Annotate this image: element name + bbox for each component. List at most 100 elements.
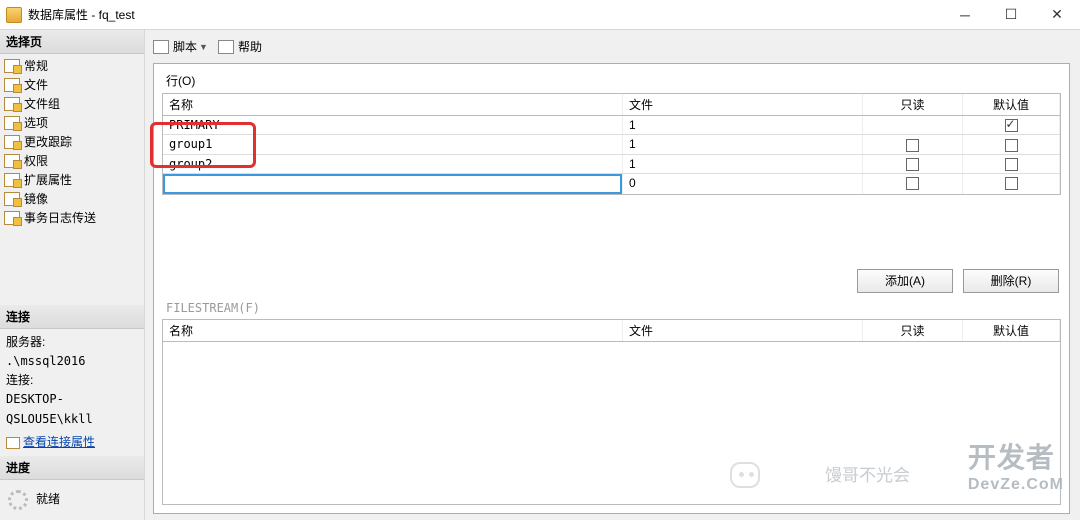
filestream-section-label: FILESTREAM(F) [166,301,1061,315]
cell-name: PRIMARY [163,116,623,134]
sidebar-item-permissions[interactable]: 权限 [0,151,144,170]
page-icon [4,154,20,168]
col-default[interactable]: 默认值 [963,320,1060,341]
filestream-grid: 名称 文件 只读 默认值 [162,319,1061,505]
toolbar: 脚本 ▼ 帮助 [153,36,1070,63]
connection-info: 服务器: .\mssql2016 连接: DESKTOP-QSLOU5E\kkl… [0,329,144,456]
sidebar-item-changetracking[interactable]: 更改跟踪 [0,132,144,151]
cell-readonly[interactable] [863,155,963,173]
page-icon [4,97,20,111]
watermark-ghost-text: 馒哥不光会 [825,461,910,486]
cell-files: 1 [623,135,863,153]
sidebar-item-label: 事务日志传送 [24,209,96,226]
col-file[interactable]: 文件 [623,320,863,341]
cell-readonly[interactable] [863,135,963,153]
content-area: 行(O) 名称 文件 只读 默认值 PRIMARY 1 [153,63,1070,514]
sidebar-item-files[interactable]: 文件 [0,75,144,94]
maximize-button[interactable]: ☐ [988,0,1034,30]
view-connection-properties-link[interactable]: 查看连接属性 [23,435,95,449]
col-name[interactable]: 名称 [163,94,623,115]
cell-name-edit[interactable] [163,174,623,194]
checkbox-icon[interactable] [906,139,919,152]
page-list: 常规 文件 文件组 选项 更改跟踪 权限 扩展属性 镜像 事务日志传送 [0,54,144,229]
checkbox-icon[interactable] [906,177,919,190]
cell-files: 1 [623,155,863,173]
cell-name: group2 [163,155,623,173]
grid-header: 名称 文件 只读 默认值 [163,94,1060,116]
sidebar-item-label: 扩展属性 [24,171,72,188]
sidebar-item-extended[interactable]: 扩展属性 [0,170,144,189]
script-icon [153,40,169,54]
sidebar-item-label: 选项 [24,114,48,131]
sidebar-item-options[interactable]: 选项 [0,113,144,132]
server-value: .\mssql2016 [6,352,138,371]
cell-default[interactable] [963,135,1060,153]
select-page-header: 选择页 [0,30,144,54]
empty-area [163,342,1060,526]
sidebar-item-label: 更改跟踪 [24,133,72,150]
titlebar: 数据库属性 - fq_test ─ ☐ ✕ [0,0,1080,30]
col-default[interactable]: 默认值 [963,94,1060,115]
sidebar-item-label: 权限 [24,152,48,169]
window-title: 数据库属性 - fq_test [28,6,942,23]
grid-header: 名称 文件 只读 默认值 [163,320,1060,342]
sidebar-item-general[interactable]: 常规 [0,56,144,75]
filegroups-grid: 名称 文件 只读 默认值 PRIMARY 1 group1 1 [162,93,1061,195]
sidebar-item-label: 文件 [24,76,48,93]
cell-files: 1 [623,116,863,134]
page-icon [4,59,20,73]
wechat-icon [730,462,760,488]
rows-section-label: 行(O) [166,72,1061,89]
page-icon [4,192,20,206]
cell-readonly[interactable] [863,174,963,194]
close-button[interactable]: ✕ [1034,0,1080,30]
col-readonly[interactable]: 只读 [863,94,963,115]
remove-button[interactable]: 删除(R) [963,269,1059,293]
sidebar-item-label: 镜像 [24,190,48,207]
minimize-button[interactable]: ─ [942,0,988,30]
database-icon [6,7,22,23]
help-button[interactable]: 帮助 [238,38,262,55]
checkbox-icon[interactable] [1005,177,1018,190]
checkbox-icon[interactable] [1005,119,1018,132]
conn-value: DESKTOP-QSLOU5E\kkll [6,390,138,428]
script-dropdown-icon[interactable]: ▼ [199,42,208,52]
progress-spinner-icon [8,490,28,510]
sidebar: 选择页 常规 文件 文件组 选项 更改跟踪 权限 扩展属性 镜像 事务日志传送 … [0,30,145,520]
col-file[interactable]: 文件 [623,94,863,115]
cell-default[interactable] [963,116,1060,134]
conn-label: 连接: [6,371,138,390]
table-row-new[interactable]: 0 [163,174,1060,194]
page-icon [4,78,20,92]
page-icon [4,116,20,130]
table-row[interactable]: PRIMARY 1 [163,116,1060,135]
script-button[interactable]: 脚本 [173,38,197,55]
page-icon [4,135,20,149]
col-readonly[interactable]: 只读 [863,320,963,341]
add-button[interactable]: 添加(A) [857,269,953,293]
checkbox-icon[interactable] [1005,158,1018,171]
main-panel: 脚本 ▼ 帮助 行(O) 名称 文件 只读 默认值 PRIMARY 1 [145,30,1080,520]
cell-default[interactable] [963,174,1060,194]
name-input[interactable] [163,174,622,194]
progress-status: 就绪 [36,490,60,509]
cell-files: 0 [623,174,863,194]
page-icon [4,173,20,187]
cell-default[interactable] [963,155,1060,173]
sidebar-item-label: 文件组 [24,95,60,112]
col-name[interactable]: 名称 [163,320,623,341]
sidebar-item-filegroups[interactable]: 文件组 [0,94,144,113]
cell-name: group1 [163,135,623,153]
table-row[interactable]: group2 1 [163,155,1060,174]
table-row[interactable]: group1 1 [163,135,1060,154]
sidebar-item-label: 常规 [24,57,48,74]
connection-header: 连接 [0,305,144,329]
checkbox-icon[interactable] [1005,139,1018,152]
properties-icon [6,437,20,449]
help-icon [218,40,234,54]
cell-readonly [863,116,963,134]
checkbox-icon[interactable] [906,158,919,171]
sidebar-item-mirroring[interactable]: 镜像 [0,189,144,208]
server-label: 服务器: [6,333,138,352]
sidebar-item-logshipping[interactable]: 事务日志传送 [0,208,144,227]
